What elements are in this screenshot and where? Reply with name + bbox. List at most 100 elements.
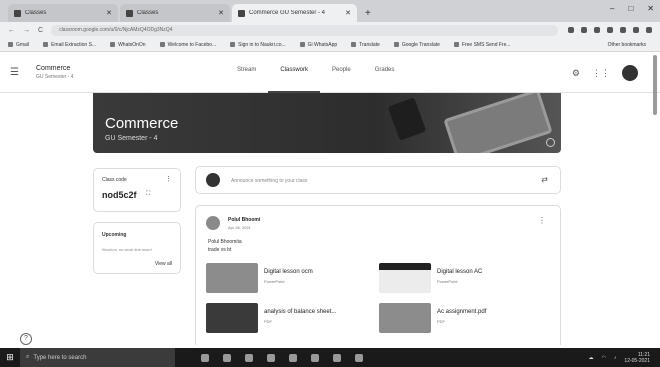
extension-icon[interactable] — [607, 27, 613, 33]
bookmark-item[interactable]: Gmail — [8, 42, 29, 48]
classroom-favicon-icon — [238, 9, 245, 17]
system-tray: ☁ ◠ ♪ 11:21 12-05-2021 — [589, 352, 660, 364]
attachment-thumbnail — [379, 263, 431, 293]
apps-grid-icon[interactable]: ⋮⋮ — [592, 68, 610, 79]
tab-stream[interactable]: Stream — [225, 67, 268, 93]
minimize-button[interactable]: – — [610, 4, 614, 13]
tab-label: Commerce GU Semester - 4 — [249, 10, 326, 16]
announce-box[interactable]: Announce something to your class ⇄ — [195, 166, 561, 194]
post-author: Polul Bhoomi — [228, 217, 261, 223]
taskbar-app-icon[interactable] — [245, 353, 253, 362]
classroom-header: ☰ Commerce GU Semester - 4 Stream Classw… — [0, 53, 660, 93]
header-actions: ⚙ ⋮⋮ — [572, 65, 638, 81]
extension-icon[interactable] — [581, 27, 587, 33]
browser-tab[interactable]: Classes ✕ — [120, 4, 230, 22]
class-name[interactable]: Commerce — [36, 65, 70, 72]
info-icon[interactable] — [546, 138, 555, 147]
chrome-icon[interactable] — [289, 353, 297, 362]
bookmark-item[interactable]: Sign in to Naukri.co... — [230, 42, 286, 48]
tab-classwork[interactable]: Classwork — [268, 67, 321, 93]
attachment[interactable]: Ac assignment.pdf PDF — [379, 303, 544, 335]
taskbar-search-placeholder: Type here to search — [33, 354, 87, 361]
url-input[interactable]: classroom.google.com/u/0/c/NjcAMzQ4ODg3N… — [51, 24, 558, 36]
profile-icon[interactable] — [633, 27, 639, 33]
bookmark-star-icon[interactable] — [568, 27, 574, 33]
tab-people[interactable]: People — [320, 67, 363, 93]
bookmark-favicon-icon — [159, 42, 165, 47]
task-view-icon[interactable] — [201, 353, 209, 362]
attachment-name: Ac assignment.pdf — [437, 309, 487, 315]
classroom-favicon-icon — [14, 9, 21, 17]
new-tab-button[interactable]: + — [365, 8, 371, 19]
bookmark-favicon-icon — [230, 42, 236, 47]
network-icon[interactable]: ◠ — [602, 355, 606, 361]
bookmark-item[interactable]: Google Translate — [393, 42, 440, 48]
attachment[interactable]: Digital lesson ocm PowerPoint — [206, 263, 371, 295]
post-date: Apr 26, 2021 — [228, 225, 251, 230]
attachment[interactable]: analysis of balance sheet... PDF — [206, 303, 371, 335]
banner-phone-image — [387, 97, 427, 141]
forward-button[interactable]: → — [23, 27, 30, 34]
settings-gear-icon[interactable]: ⚙ — [572, 68, 580, 79]
tab-label: Classes — [25, 10, 47, 16]
bookmark-item[interactable]: Free SMS Send Fre... — [453, 42, 511, 48]
bookmark-item[interactable]: Email Extraction S... — [43, 42, 96, 48]
close-tab-icon[interactable]: ✕ — [345, 9, 351, 17]
taskbar-app-icon[interactable] — [267, 353, 275, 362]
bookmark-favicon-icon — [299, 42, 305, 47]
extension-icon[interactable] — [594, 27, 600, 33]
close-tab-icon[interactable]: ✕ — [106, 9, 112, 17]
more-options-icon[interactable]: ⋮ — [538, 216, 546, 225]
taskbar-search[interactable]: ⌕ Type here to search — [20, 348, 175, 367]
taskbar-app-icon[interactable] — [333, 353, 341, 362]
maximize-button[interactable]: □ — [628, 4, 633, 13]
more-options-icon[interactable]: ⋮ — [165, 175, 172, 183]
upcoming-text: Woohoo, no work due soon! — [102, 247, 152, 252]
menu-icon[interactable] — [646, 27, 652, 33]
bookmark-item[interactable]: Welcome to Facebo... — [159, 42, 216, 48]
avatar — [206, 173, 220, 187]
fullscreen-icon[interactable]: ⛶ — [146, 191, 150, 198]
window-controls: – □ ✕ — [610, 4, 654, 13]
close-window-button[interactable]: ✕ — [647, 4, 654, 13]
repost-icon[interactable]: ⇄ — [541, 175, 548, 184]
main-menu-icon[interactable]: ☰ — [10, 67, 19, 78]
bookmarks-bar: Gmail Email Extraction S... WhatsOnOn We… — [0, 38, 660, 52]
extension-icon[interactable] — [620, 27, 626, 33]
attachment-thumbnail — [379, 303, 431, 333]
taskbar-app-icon[interactable] — [311, 353, 319, 362]
view-all-link[interactable]: View all — [155, 261, 172, 267]
bookmark-item[interactable]: WhatsOnOn — [110, 42, 146, 48]
bookmark-favicon-icon — [43, 42, 49, 47]
help-icon[interactable]: ? — [20, 333, 32, 345]
avatar[interactable] — [622, 65, 638, 81]
weather-icon[interactable]: ☁ — [589, 355, 594, 361]
other-bookmarks-folder[interactable]: Other bookmarks — [608, 42, 646, 48]
taskbar-app-icon[interactable] — [223, 353, 231, 362]
volume-icon[interactable]: ♪ — [614, 355, 617, 361]
browser-tab[interactable]: Classes ✕ — [8, 4, 118, 22]
bookmark-favicon-icon — [351, 42, 357, 47]
tab-grades[interactable]: Grades — [363, 67, 407, 93]
windows-start-icon[interactable]: ⊞ — [0, 348, 20, 367]
browser-tab-active[interactable]: Commerce GU Semester - 4 ✕ — [232, 4, 357, 22]
browser-tab-bar: Classes ✕ Classes ✕ Commerce GU Semester… — [0, 0, 660, 22]
close-tab-icon[interactable]: ✕ — [218, 9, 224, 17]
taskbar-app-icon[interactable] — [355, 353, 363, 362]
bookmark-item[interactable]: Gi WhatsApp — [299, 42, 337, 48]
classroom-favicon-icon — [126, 9, 133, 17]
back-button[interactable]: ← — [8, 27, 15, 34]
clock[interactable]: 11:21 12-05-2021 — [624, 352, 650, 364]
post-body: Polul Bhoomita — [208, 239, 242, 245]
reload-button[interactable]: C — [38, 27, 43, 34]
attachment[interactable]: Digital lesson AC PowerPoint — [379, 263, 544, 295]
bookmark-favicon-icon — [393, 42, 399, 47]
upcoming-card: Upcoming Woohoo, no work due soon! View … — [93, 222, 181, 274]
banner-laptop-image — [443, 93, 553, 153]
bookmark-item[interactable]: Translate — [351, 42, 380, 48]
taskbar-apps — [201, 353, 363, 362]
scrollbar[interactable] — [653, 55, 657, 115]
tab-label: Classes — [137, 10, 159, 16]
attachment-thumbnail — [206, 303, 258, 333]
announce-placeholder[interactable]: Announce something to your class — [231, 178, 307, 184]
